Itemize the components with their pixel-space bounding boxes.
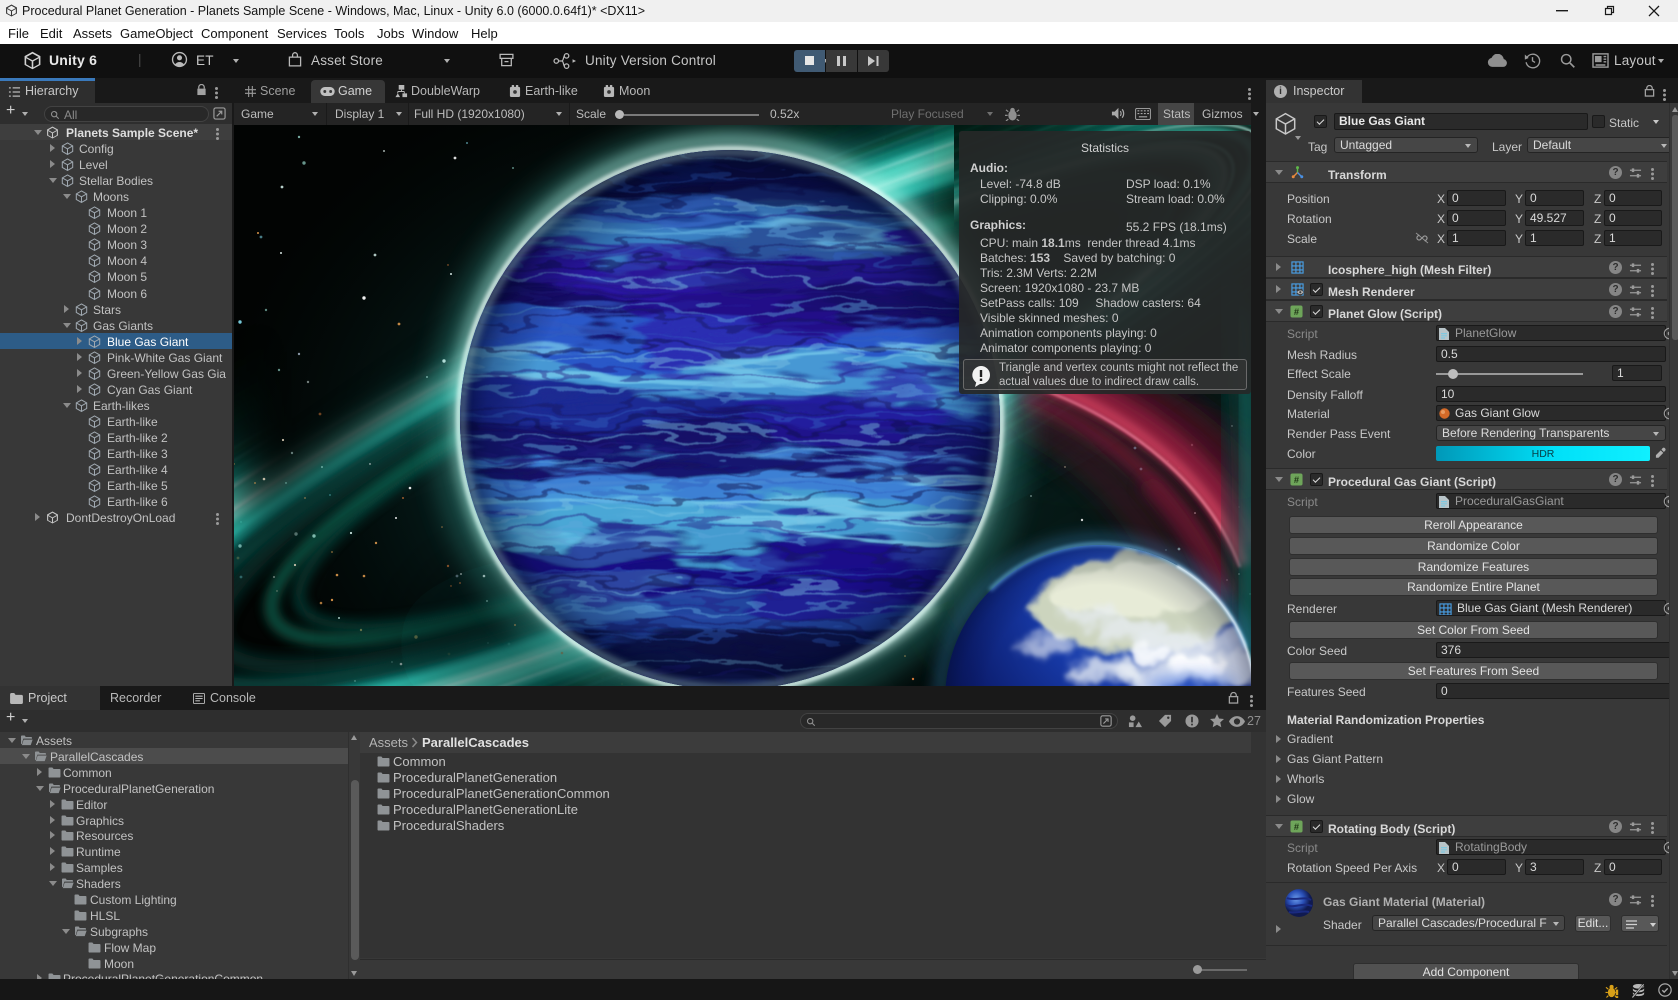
svg-text:#: # [1294, 822, 1299, 832]
svg-text:#: # [1294, 307, 1299, 317]
svg-text:#: # [1294, 475, 1299, 485]
